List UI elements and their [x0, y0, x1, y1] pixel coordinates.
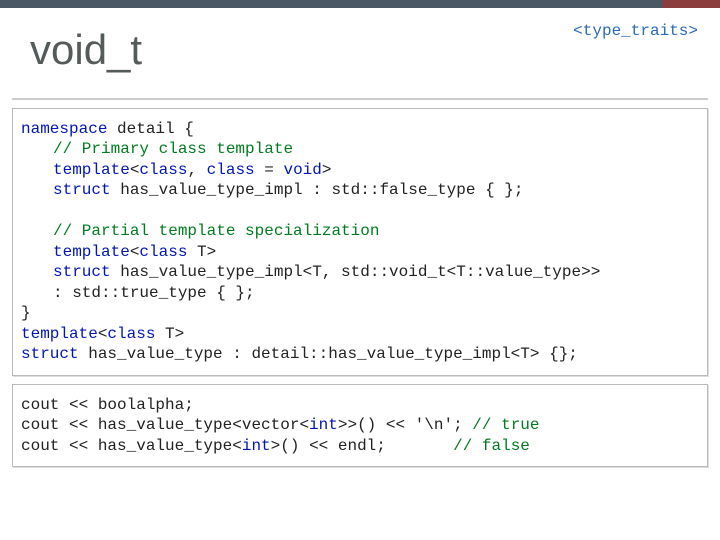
code-text: ,: [187, 161, 206, 179]
code-text: cout << has_value_type<vector<: [21, 416, 309, 434]
kw-void: void: [283, 161, 321, 179]
kw-int: int: [309, 416, 338, 434]
code-text: detail {: [107, 120, 193, 138]
code-text: has_value_type : detail::has_value_type_…: [79, 345, 578, 363]
code-block-definition: namespace detail { // Primary class temp…: [12, 108, 708, 376]
kw-struct: struct: [53, 263, 111, 281]
comment-partial: // Partial template specialization: [53, 222, 379, 240]
kw-class: class: [139, 161, 187, 179]
code-text: cout << boolalpha;: [21, 396, 194, 414]
comment-true: // true: [472, 416, 539, 434]
code-text: : std::true_type { };: [53, 284, 255, 302]
divider-line: [12, 98, 708, 100]
code-text: >: [322, 161, 332, 179]
kw-template: template: [53, 243, 130, 261]
kw-template: template: [53, 161, 130, 179]
kw-template: template: [21, 325, 98, 343]
kw-struct: struct: [53, 181, 111, 199]
code-text: =: [255, 161, 284, 179]
comment-primary: // Primary class template: [53, 140, 293, 158]
code-text: <: [130, 243, 140, 261]
blank-line: [21, 202, 31, 220]
kw-namespace: namespace: [21, 120, 107, 138]
code-text: <: [98, 325, 108, 343]
code-text: has_value_type_impl<T, std::void_t<T::va…: [111, 263, 601, 281]
kw-class: class: [107, 325, 155, 343]
code-text: >>() <<: [338, 416, 415, 434]
comment-false: // false: [453, 437, 530, 455]
code-text: <: [130, 161, 140, 179]
code-text: }: [21, 304, 31, 322]
kw-int: int: [242, 437, 271, 455]
code-text: has_value_type_impl : std::false_type { …: [111, 181, 524, 199]
code-text: ;: [453, 416, 472, 434]
slide-top-accent: [0, 0, 720, 8]
header-include-tag: <type_traits>: [573, 22, 698, 40]
code-text: T>: [187, 243, 216, 261]
code-text: >() << endl;: [271, 437, 453, 455]
kw-struct: struct: [21, 345, 79, 363]
code-text: T>: [155, 325, 184, 343]
kw-class: class: [139, 243, 187, 261]
code-block-usage: cout << boolalpha; cout << has_value_typ…: [12, 384, 708, 467]
code-text: cout << has_value_type<: [21, 437, 242, 455]
char-literal: '\n': [415, 416, 453, 434]
kw-class: class: [207, 161, 255, 179]
